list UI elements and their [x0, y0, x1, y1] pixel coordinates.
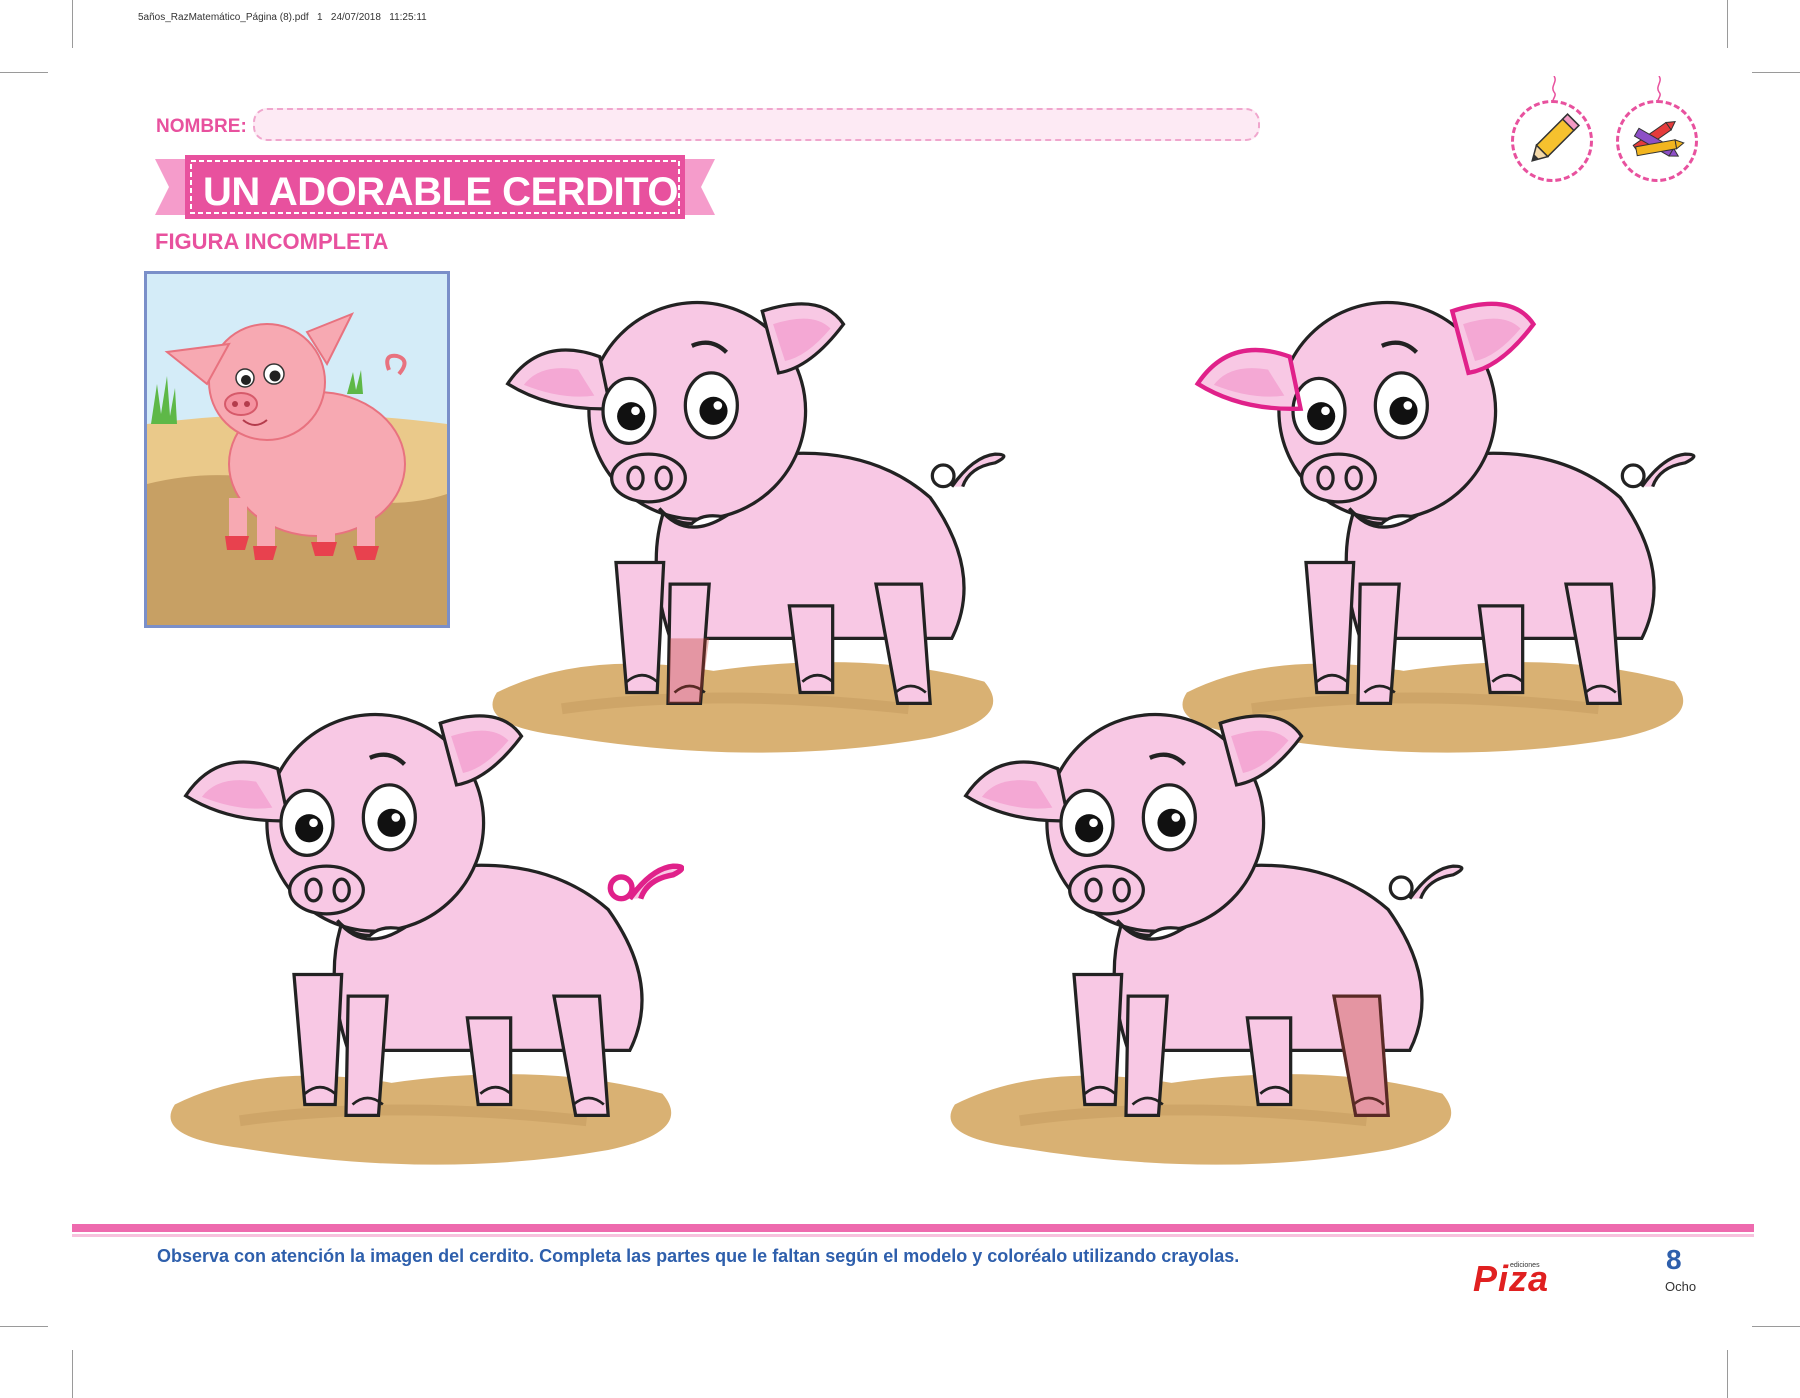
page-title: UN ADORABLE CERDITO — [203, 170, 678, 214]
crop-mark — [0, 72, 48, 73]
model-picture — [144, 271, 450, 628]
crop-mark — [1727, 1350, 1728, 1398]
crop-mark — [72, 1350, 73, 1398]
crop-mark — [1752, 1326, 1800, 1327]
incomplete-pig-4 — [944, 682, 1464, 1202]
pencil-icon — [1531, 113, 1580, 162]
pencil-badge — [1511, 100, 1593, 182]
print-file-info: 5años_RazMatemático_Página (8).pdf 1 24/… — [138, 12, 427, 23]
instructions-text: Observa con atención la imagen del cerdi… — [157, 1246, 1240, 1266]
name-label: NOMBRE: — [156, 116, 247, 137]
crayons-badge — [1616, 100, 1698, 182]
crop-mark — [1727, 0, 1728, 48]
model-pig-illustration — [147, 274, 447, 625]
footer-rule — [72, 1234, 1754, 1237]
crop-mark — [72, 0, 73, 48]
crop-mark — [0, 1326, 48, 1327]
crop-mark — [1752, 72, 1800, 73]
page-number: 8 — [1666, 1244, 1682, 1275]
page-number-word: Ocho — [1665, 1279, 1697, 1294]
name-field[interactable] — [253, 108, 1260, 141]
crayons-icon — [1632, 120, 1685, 157]
publisher-logo-small: ediciones — [1510, 1262, 1540, 1269]
section-subtitle: FIGURA INCOMPLETA — [155, 229, 389, 254]
incomplete-pig-3 — [164, 682, 684, 1202]
footer-rule — [72, 1224, 1754, 1232]
